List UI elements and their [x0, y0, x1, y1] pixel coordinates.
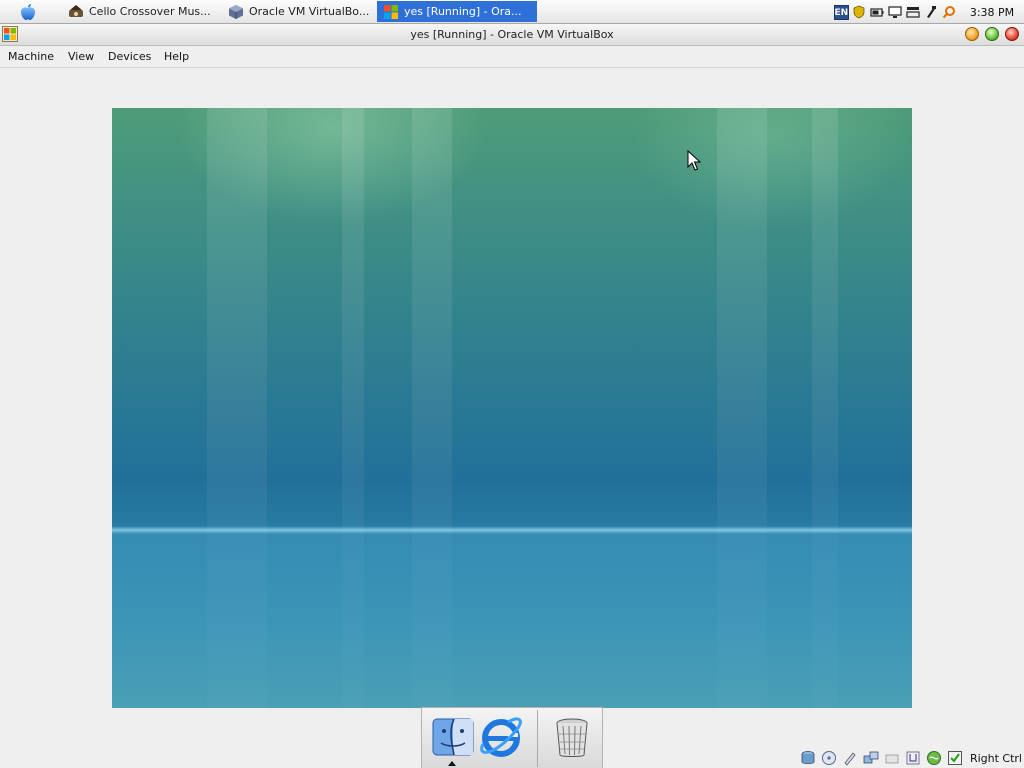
menu-view[interactable]: View — [68, 50, 94, 63]
internet-explorer-icon[interactable] — [478, 714, 524, 760]
battery-icon[interactable] — [870, 5, 884, 19]
windows-vm-icon — [384, 4, 398, 19]
close-button[interactable] — [1005, 27, 1019, 41]
mouse-pointer-icon — [687, 149, 702, 172]
mouse-integration-icon[interactable] — [926, 750, 942, 766]
trash-icon[interactable] — [549, 714, 595, 760]
system-tray: EN 3:38 PM — [833, 0, 1024, 24]
running-indicator — [448, 761, 456, 766]
wallpaper-floor — [112, 530, 912, 708]
usb-device-icon[interactable] — [884, 750, 900, 766]
task-label: yes [Running] - Ora... — [404, 5, 522, 18]
guest-additions-icon[interactable] — [947, 750, 963, 766]
language-indicator[interactable]: EN — [833, 4, 849, 20]
finder-icon[interactable] — [430, 714, 476, 760]
minimize-button[interactable] — [965, 27, 979, 41]
window-title: yes [Running] - Oracle VM VirtualBox — [410, 28, 614, 41]
clock[interactable]: 3:38 PM — [960, 6, 1024, 19]
task-virtualbox-manager[interactable]: Oracle VM VirtualBo... — [222, 1, 370, 22]
apple-menu-icon[interactable] — [18, 3, 38, 21]
window-titlebar[interactable]: yes [Running] - Oracle VM VirtualBox — [0, 24, 1024, 46]
usb-icon[interactable] — [924, 5, 938, 19]
shared-folders-icon[interactable] — [905, 750, 921, 766]
audio-icon[interactable] — [842, 750, 858, 766]
menu-help[interactable]: Help — [164, 50, 189, 63]
maximize-button[interactable] — [985, 27, 999, 41]
menu-devices[interactable]: Devices — [108, 50, 151, 63]
optical-drive-icon[interactable] — [821, 750, 837, 766]
cello-app-icon — [69, 4, 83, 17]
menu-bar: Machine View Devices Help — [0, 46, 1024, 68]
dock — [421, 707, 603, 768]
task-vm-running[interactable]: yes [Running] - Ora... — [377, 1, 537, 22]
menu-machine[interactable]: Machine — [8, 50, 54, 63]
network-icon[interactable] — [906, 5, 920, 19]
dock-divider — [537, 710, 538, 767]
vm-status-bar: Right Ctrl — [800, 748, 1024, 768]
shield-icon[interactable] — [852, 5, 866, 19]
search-icon[interactable] — [942, 5, 956, 19]
task-label: Cello Crossover Mus... — [89, 5, 211, 18]
host-key-label: Right Ctrl — [969, 751, 1022, 765]
hard-disk-icon[interactable] — [800, 750, 816, 766]
top-panel: Cello Crossover Mus... Oracle VM Virtual… — [0, 0, 1024, 24]
wallpaper-horizon — [112, 526, 912, 534]
network-adapter-icon[interactable] — [863, 750, 879, 766]
task-label: Oracle VM VirtualBo... — [249, 5, 370, 18]
task-cello-crossover[interactable]: Cello Crossover Mus... — [62, 1, 214, 22]
monitor-icon[interactable] — [888, 5, 902, 19]
vm-display[interactable] — [112, 108, 912, 708]
virtualbox-icon — [229, 4, 243, 19]
